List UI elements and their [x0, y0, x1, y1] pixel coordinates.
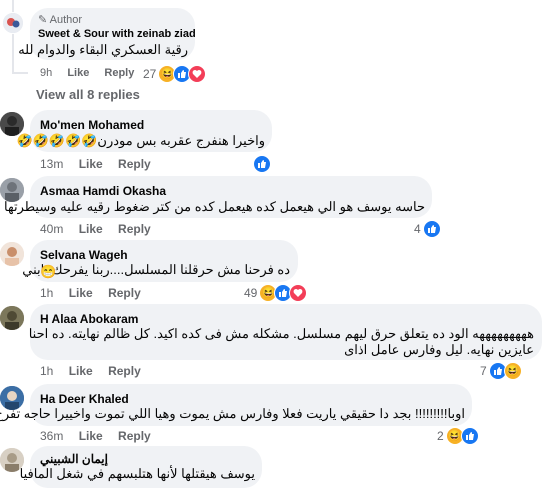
comment-author[interactable]: Mo'men Mohamed [40, 118, 144, 132]
reaction-count: 4 [414, 222, 421, 236]
comment-text: رقية العسكري البقاء والدوام لله [18, 42, 188, 57]
comment-text-line: عايزين نهايه. ليل وفارس عامل اذاى [344, 342, 534, 357]
reply-button[interactable]: Reply [118, 429, 151, 443]
comment-meta: 13m Like Reply [40, 157, 163, 171]
reply-button[interactable]: Reply [118, 222, 151, 236]
comment-time[interactable]: 9h [40, 67, 52, 79]
reaction-count: 7 [480, 364, 487, 378]
like-button[interactable]: Like [67, 67, 89, 79]
comment-author[interactable]: H Alaa Abokaram [40, 312, 138, 326]
comment-meta: 36m Like Reply [40, 429, 163, 443]
reaction-summary[interactable]: 49 😆 [244, 284, 308, 302]
comment-meta: 40m Like Reply [40, 222, 163, 236]
reaction-summary[interactable]: 7 😆 [480, 362, 522, 380]
avatar[interactable] [2, 12, 24, 34]
thread-line [12, 72, 28, 74]
like-icon [460, 427, 479, 445]
comment-author[interactable]: Asmaa Hamdi Okasha [40, 184, 166, 198]
reply-button[interactable]: Reply [108, 286, 141, 300]
comment-author[interactable]: Sweet & Sour with zeinab ziad [38, 28, 196, 40]
love-icon [188, 65, 207, 83]
haha-icon: 😆 [503, 362, 522, 380]
reply-button[interactable]: Reply [104, 67, 134, 79]
reaction-count: 49 [244, 286, 258, 300]
reaction-count: 2 [437, 429, 444, 443]
comment-meta: 1h Like Reply [40, 286, 153, 300]
comment-time[interactable]: 1h [40, 364, 53, 378]
comment-text-line: ده فرحنا مش حرقلنا المسلسل....ربنا يفرحك… [22, 262, 290, 277]
reaction-count: 27 [143, 67, 157, 81]
comment-time[interactable]: 1h [40, 286, 53, 300]
comment-author[interactable]: Ha Deer Khaled [40, 392, 129, 406]
like-button[interactable]: Like [79, 157, 103, 171]
comment-meta: 1h Like Reply [40, 364, 153, 378]
comment-time[interactable]: 40m [40, 222, 63, 236]
comment-time[interactable]: 13m [40, 157, 63, 171]
reaction-summary[interactable]: 4 [414, 220, 441, 238]
comment-time[interactable]: 36m [40, 429, 63, 443]
reaction-summary[interactable] [253, 155, 271, 173]
comment-emoji: 😁 [40, 264, 57, 279]
avatar[interactable] [0, 306, 24, 330]
comment-text: اوبا!!!!!!!!! بجد دا حقيقي ياريت فعلا وف… [0, 406, 465, 421]
like-button[interactable]: Like [79, 429, 103, 443]
comment-author[interactable]: إيمان الشبيني [40, 452, 108, 466]
reaction-summary[interactable]: 2 😆 [437, 427, 479, 445]
view-replies-link[interactable]: View all 8 replies [36, 87, 140, 102]
comment-text: حاسه يوسف هو الي هيعمل كده هيعمل كده من … [4, 199, 425, 214]
author-badge: ✎ Author [38, 14, 83, 26]
love-icon [289, 284, 308, 302]
like-button[interactable]: Like [69, 286, 93, 300]
reaction-summary[interactable]: 27 😆 [143, 65, 207, 83]
like-button[interactable]: Like [79, 222, 103, 236]
comment-meta: 9h Like Reply [40, 67, 146, 79]
like-icon [422, 220, 441, 238]
like-button[interactable]: Like [69, 364, 93, 378]
thread-line [12, 0, 14, 72]
comment-text-line: هههههههههه الود ده يتعلق حرق ليهم مسلسل.… [28, 326, 534, 341]
like-icon [253, 155, 271, 173]
pencil-icon: ✎ [38, 14, 48, 26]
comment-text: يوسف هيقتلها لأنها هتلبسهم في شغل المافي… [19, 466, 255, 481]
avatar[interactable] [0, 242, 24, 266]
reply-button[interactable]: Reply [108, 364, 141, 378]
reply-button[interactable]: Reply [118, 157, 151, 171]
comment-author[interactable]: Selvana Wageh [40, 248, 128, 262]
comment-text: واخيرا هنفرج عقربه بس مودرن🤣🤣🤣🤣🤣 [16, 133, 265, 148]
